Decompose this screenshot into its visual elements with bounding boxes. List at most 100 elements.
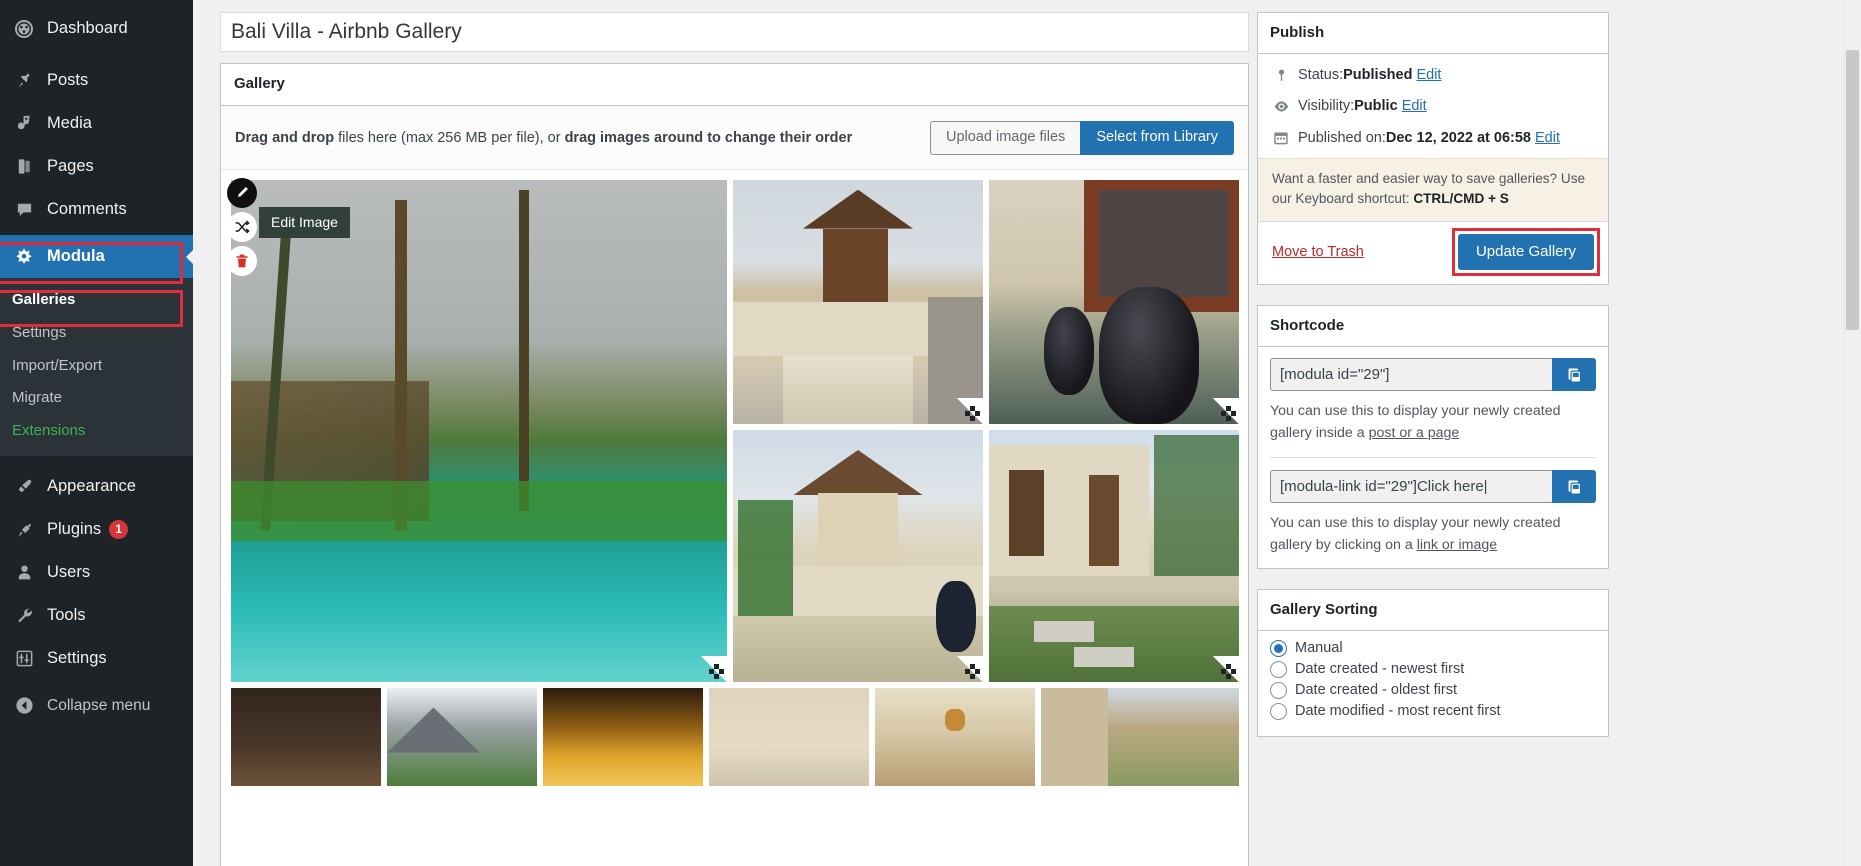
drag-drop-text: Drag and drop files here (max 256 MB per… xyxy=(235,130,852,146)
edit-image-button[interactable] xyxy=(227,177,257,208)
edit-status-link[interactable]: Edit xyxy=(1416,65,1441,85)
sidebar-item-label: Modula xyxy=(47,247,105,266)
sidebar-item-comments[interactable]: Comments xyxy=(0,188,193,231)
resize-handle[interactable] xyxy=(701,655,727,682)
upload-image-files-button[interactable]: Upload image files xyxy=(930,120,1081,155)
publish-box: Publish Status: Published Edit Visibilit… xyxy=(1257,12,1609,285)
sorting-option-newest[interactable]: Date created - newest first xyxy=(1270,660,1596,678)
wrench-icon xyxy=(10,605,38,625)
copy-shortcode-button-1[interactable] xyxy=(1552,357,1596,391)
gallery-title-field[interactable] xyxy=(220,12,1249,52)
gallery-sorting-body: Manual Date created - newest first Date … xyxy=(1258,631,1608,736)
resize-handle[interactable] xyxy=(957,397,983,424)
sidebar-item-extensions[interactable]: Extensions xyxy=(0,415,193,448)
gallery-image-tile[interactable] xyxy=(988,178,1240,425)
sidebar-divider-2 xyxy=(0,456,193,465)
gallery-title-input[interactable] xyxy=(221,20,1248,44)
eye-icon xyxy=(1270,98,1292,115)
scrollbar-thumb[interactable] xyxy=(1846,50,1859,330)
publish-date-row: Published on: Dec 12, 2022 at 06:58 Edit xyxy=(1270,128,1596,148)
shortcode-box: Shortcode You can use this to display yo… xyxy=(1257,304,1609,569)
calendar-icon xyxy=(1270,130,1292,146)
gallery-image-tile[interactable] xyxy=(732,178,984,425)
dashboard-icon xyxy=(10,19,38,39)
radio-icon[interactable] xyxy=(1270,702,1287,720)
gallery-image-tile[interactable] xyxy=(542,686,704,787)
radio-icon[interactable] xyxy=(1270,681,1287,699)
editor-sidebar: Publish Status: Published Edit Visibilit… xyxy=(1257,12,1609,757)
gallery-panel-title: Gallery xyxy=(221,64,1248,106)
sidebar-item-label: Comments xyxy=(47,200,127,219)
sidebar-item-users[interactable]: Users xyxy=(0,551,193,594)
gallery-panel: Gallery Drag and drop files here (max 25… xyxy=(220,63,1249,866)
notice-shortcut: CTRL/CMD + S xyxy=(1413,191,1509,207)
sidebar-item-appearance[interactable]: Appearance xyxy=(0,465,193,508)
sorting-option-manual[interactable]: Manual xyxy=(1270,639,1596,657)
sidebar-item-dashboard[interactable]: Dashboard xyxy=(0,7,193,50)
pin-icon xyxy=(10,71,38,91)
gallery-sorting-box: Gallery Sorting Manual Date created - ne… xyxy=(1257,588,1609,737)
publish-box-title: Publish xyxy=(1258,13,1608,54)
sidebar-item-label: Media xyxy=(47,114,92,133)
sidebar-item-media[interactable]: Media xyxy=(0,102,193,145)
sidebar-item-modula[interactable]: Modula xyxy=(0,235,193,278)
modula-icon xyxy=(10,247,38,267)
status-label: Status: xyxy=(1298,67,1344,83)
gallery-image-tile[interactable] xyxy=(230,178,728,683)
gallery-image-tile[interactable] xyxy=(1040,686,1240,787)
gallery-image-tile[interactable] xyxy=(708,686,870,787)
sidebar-item-import-export[interactable]: Import/Export xyxy=(0,350,193,383)
sidebar-item-pages[interactable]: Pages xyxy=(0,145,193,188)
edit-date-link[interactable]: Edit xyxy=(1535,128,1560,148)
post-or-page-link[interactable]: post or a page xyxy=(1369,425,1460,441)
shortcode-input-2[interactable] xyxy=(1270,469,1552,503)
delete-image-button[interactable] xyxy=(227,245,257,276)
collapse-menu-label: Collapse menu xyxy=(47,696,151,714)
shortcode-input-1[interactable] xyxy=(1270,357,1552,391)
gallery-image-tile[interactable] xyxy=(988,428,1240,683)
plug-icon xyxy=(10,519,38,539)
main-content: Gallery Drag and drop files here (max 25… xyxy=(193,0,1861,866)
resize-handle[interactable] xyxy=(1213,397,1239,424)
gallery-image-tile[interactable] xyxy=(732,428,984,683)
copy-shortcode-button-2[interactable] xyxy=(1552,469,1596,503)
sidebar-item-tools[interactable]: Tools xyxy=(0,594,193,637)
user-icon xyxy=(10,562,38,582)
comments-icon xyxy=(10,200,38,220)
modula-submenu: Galleries Settings Import/Export Migrate… xyxy=(0,278,193,456)
gallery-image-tile[interactable] xyxy=(874,686,1036,787)
page-scrollbar[interactable] xyxy=(1844,0,1861,866)
visibility-label: Visibility: xyxy=(1298,98,1355,115)
gallery-image-tile[interactable] xyxy=(230,686,382,787)
sidebar-collapse-menu[interactable]: Collapse menu xyxy=(0,684,193,727)
sidebar-active-arrow xyxy=(186,248,193,265)
pin-status-icon xyxy=(1270,68,1292,83)
sorting-option-oldest[interactable]: Date created - oldest first xyxy=(1270,681,1596,699)
sidebar-item-settings-modula[interactable]: Settings xyxy=(0,317,193,350)
sidebar-item-label: Posts xyxy=(47,71,89,90)
dnd-prefix: Drag and drop xyxy=(235,129,335,146)
resize-handle[interactable] xyxy=(957,655,983,682)
link-or-image-link[interactable]: link or image xyxy=(1417,537,1497,553)
edit-visibility-link[interactable]: Edit xyxy=(1402,96,1427,116)
sidebar-item-posts[interactable]: Posts xyxy=(0,59,193,102)
published-value: Dec 12, 2022 at 06:58 xyxy=(1385,129,1531,146)
radio-icon[interactable] xyxy=(1270,639,1287,657)
select-from-library-button[interactable]: Select from Library xyxy=(1080,120,1234,155)
sidebar-item-plugins[interactable]: Plugins 1 xyxy=(0,508,193,551)
radio-icon[interactable] xyxy=(1270,660,1287,678)
move-to-trash-link[interactable]: Move to Trash xyxy=(1272,244,1364,260)
resize-handle[interactable] xyxy=(1213,655,1239,682)
sorting-option-modified[interactable]: Date modified - most recent first xyxy=(1270,702,1596,720)
sidebar-item-migrate[interactable]: Migrate xyxy=(0,382,193,415)
brush-icon xyxy=(10,476,38,496)
media-icon xyxy=(10,114,38,134)
dnd-bold2: drag images around to change their order xyxy=(564,129,853,146)
update-gallery-button[interactable]: Update Gallery xyxy=(1457,233,1594,270)
shuffle-image-button[interactable] xyxy=(227,211,257,242)
copy-icon xyxy=(1568,368,1581,383)
sidebar-item-galleries[interactable]: Galleries xyxy=(0,284,193,317)
sidebar-item-settings[interactable]: Settings xyxy=(0,637,193,680)
gallery-image-tile[interactable] xyxy=(386,686,538,787)
sidebar-item-label: Appearance xyxy=(47,477,136,495)
